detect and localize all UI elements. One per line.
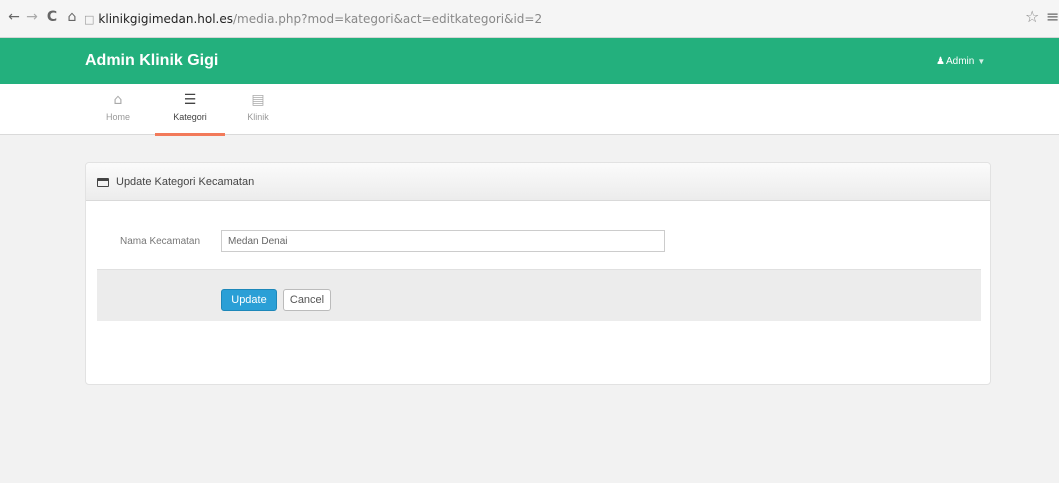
subnav-label-kategori: Kategori: [173, 112, 207, 122]
user-menu[interactable]: ♟Admin ▼: [936, 55, 985, 69]
reload-icon[interactable]: C: [44, 8, 60, 26]
main-subnav: ⌂ Home ☰ Kategori ▤ Klinik: [0, 84, 1059, 136]
browser-menu-icon[interactable]: ≡: [1046, 8, 1059, 26]
subnav-item-home[interactable]: ⌂ Home: [83, 84, 153, 135]
url-host: klinikgigimedan.hol.es: [98, 12, 234, 26]
subnav-item-klinik[interactable]: ▤ Klinik: [223, 84, 293, 135]
nama-kecamatan-input[interactable]: [221, 230, 665, 252]
widget-header: Update Kategori Kecamatan: [86, 163, 990, 201]
url-path: /media.php?mod=kategori&act=editkategori…: [233, 12, 543, 26]
browser-toolbar: ← → C ⌂ □ klinikgigimedan.hol.es/media.ph…: [0, 0, 1059, 38]
cancel-button[interactable]: Cancel: [283, 289, 331, 311]
subnav-label-home: Home: [105, 112, 130, 122]
update-form-widget: Update Kategori Kecamatan Nama Kecamatan…: [85, 162, 991, 385]
address-bar[interactable]: □ klinikgigimedan.hol.es/media.php?mod=ka…: [84, 11, 964, 27]
top-navbar: Admin Klinik Gigi ♟Admin ▼: [0, 38, 1059, 84]
widget-title: Update Kategori Kecamatan: [116, 176, 255, 188]
bookmark-star-icon[interactable]: ☆: [1025, 8, 1039, 26]
back-arrow-icon[interactable]: ←: [6, 8, 22, 26]
forward-arrow-icon[interactable]: →: [24, 8, 40, 26]
update-button[interactable]: Update: [221, 289, 277, 311]
list-icon: ☰: [183, 92, 197, 108]
window-icon: [97, 178, 109, 187]
home-icon: ⌂: [113, 92, 123, 108]
caret-down-icon: ▼: [977, 57, 986, 66]
brand-title[interactable]: Admin Klinik Gigi: [85, 38, 218, 84]
user-label: Admin: [945, 56, 975, 67]
subnav-label-klinik: Klinik: [247, 112, 269, 122]
subnav-item-kategori[interactable]: ☰ Kategori: [155, 84, 225, 136]
page-icon: □: [84, 13, 95, 26]
user-icon: ♟: [936, 56, 945, 67]
table-icon: ▤: [251, 92, 265, 108]
nama-kecamatan-label: Nama Kecamatan: [120, 236, 201, 247]
form-actions: Update Cancel: [97, 269, 981, 321]
browser-home-icon[interactable]: ⌂: [64, 8, 80, 26]
